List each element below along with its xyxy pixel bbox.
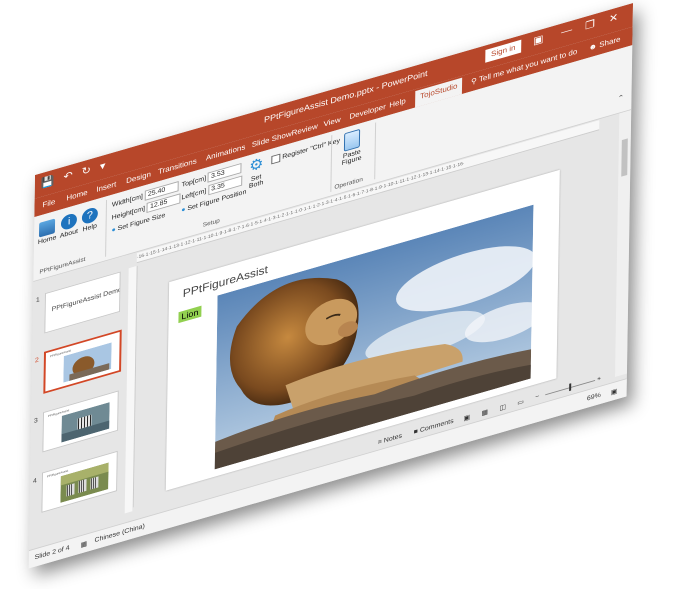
screenshot-stage: 💾 ↶ ↻ ▾ PPtFigureAssist Demo.pptx - Powe… [0,0,677,589]
person-icon: ☻ [588,40,600,53]
normal-view-icon[interactable]: ▣ [463,413,470,422]
restore-icon[interactable]: ❐ [585,18,595,32]
slide-thumbnail-2[interactable]: PPtFigureAssist [43,329,122,394]
thumb-number: 1 [35,296,40,305]
language-indicator[interactable]: Chinese (China) [94,523,145,544]
slide-thumbnail-1[interactable]: PPtFigureAssist Demo [44,271,121,334]
checkbox-icon [271,153,281,165]
tab-file[interactable]: File [42,197,55,209]
powerpoint-window: 💾 ↶ ↻ ▾ PPtFigureAssist Demo.pptx - Powe… [28,2,634,569]
help-label: Help [82,222,97,234]
fit-to-window-icon[interactable]: ▣ [611,387,618,396]
ribbon-display-options-icon[interactable]: ▣ [533,32,544,47]
thumb-number: 2 [34,356,39,365]
ribbon-separator [374,122,377,180]
vertical-scrollbar[interactable] [614,110,632,377]
tab-design[interactable]: Design [126,170,151,185]
tab-review[interactable]: Review [292,122,318,138]
slide-thumbnails-pane: 1 PPtFigureAssist Demo 2 PPtFigureAssist… [28,255,125,546]
gear-icon: ⚙ [249,155,264,176]
zoom-out-icon[interactable]: − [535,393,539,401]
set-both-button[interactable]: ⚙ Set Both [243,155,269,192]
about-label: About [59,228,79,240]
slide-thumbnail-3[interactable]: PPtFigureAssist [42,390,119,453]
close-icon[interactable]: ✕ [609,11,618,26]
reading-view-icon[interactable]: ◫ [499,403,506,412]
minimize-icon[interactable]: — [561,24,572,38]
home-button[interactable]: Home [38,218,57,246]
spellcheck-icon[interactable]: ▦ [80,540,87,549]
paste-figure-button[interactable]: Paste Figure [337,127,367,169]
share-label: Share [599,34,621,50]
group-label-setup: Setup [202,217,220,229]
ribbon-separator [330,135,333,193]
set-both-label: Set Both [248,173,264,190]
customize-qat-icon[interactable]: ▾ [100,159,109,172]
help-button[interactable]: ? Help [81,206,98,234]
tab-insert[interactable]: Insert [96,180,116,194]
undo-icon[interactable]: ↶ [63,169,75,183]
left-label: Left[cm] [181,187,207,202]
save-icon[interactable]: 💾 [41,174,58,190]
zoom-level[interactable]: 69% [587,392,601,402]
about-button[interactable]: i About [60,212,79,240]
redo-icon[interactable]: ↻ [82,163,94,177]
tab-view[interactable]: View [323,115,340,128]
ribbon-separator [105,199,108,257]
tab-home[interactable]: Home [66,188,87,202]
slide-sorter-icon[interactable]: ▦ [481,408,488,417]
thumb-title: PPtFigureAssist Demo [51,286,121,314]
thumb-number: 3 [33,417,38,425]
lion-label[interactable]: Lion [178,305,202,324]
tab-help[interactable]: Help [389,97,406,110]
vertical-ruler [124,265,138,514]
collapse-ribbon-icon[interactable]: ⌃ [617,93,624,103]
scrollbar-thumb[interactable] [621,138,628,177]
lightbulb-icon: ⚲ [470,75,480,87]
zoom-in-icon[interactable]: + [597,375,601,383]
slide-count: Slide 2 of 4 [34,544,70,562]
slide-thumbnail-4[interactable]: PPtFigureAssist [41,450,118,513]
zoom-slider-handle[interactable] [569,383,572,392]
slideshow-icon[interactable]: ▭ [517,398,524,407]
thumb-number: 4 [32,477,37,486]
